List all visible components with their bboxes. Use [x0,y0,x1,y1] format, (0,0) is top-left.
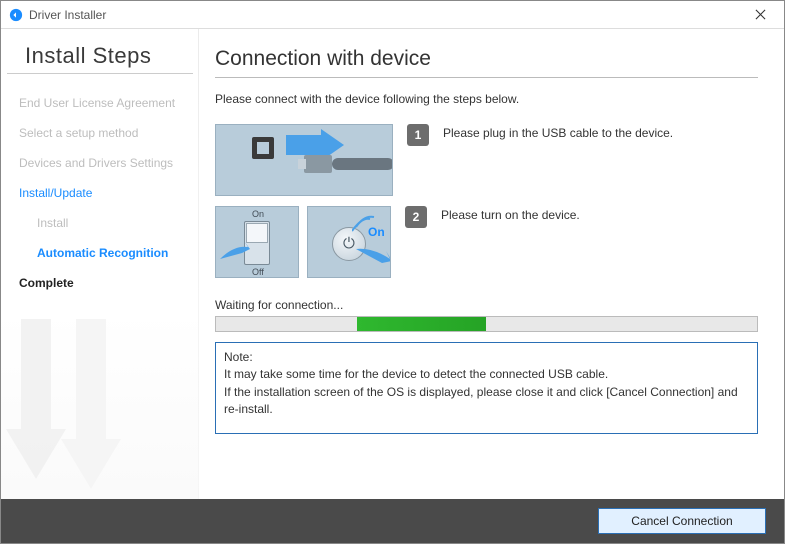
note-title: Note: [224,349,749,366]
step-badge-1: 1 [407,124,429,146]
step-eula: End User License Agreement [19,88,181,118]
power-illustration: ⏻ On [307,206,391,278]
waiting-text: Waiting for connection... [215,298,758,312]
main-panel: Connection with device Please connect wi… [199,29,784,499]
power-on-label: On [368,225,385,239]
sidebar: Install Steps End User License Agreement… [1,29,199,499]
progress-fill [357,317,487,331]
page-heading: Connection with device [215,47,758,78]
step-auto-recognition: Automatic Recognition [19,238,181,268]
titlebar: Driver Installer [1,1,784,29]
step-method: Select a setup method [19,118,181,148]
sidebar-heading: Install Steps [7,43,193,74]
footer: Cancel Connection [1,499,784,543]
note-line-2: If the installation screen of the OS is … [224,384,749,419]
step-install-update: Install/Update [19,178,181,208]
switch-illustration: On Off [215,206,299,278]
window-title: Driver Installer [29,8,744,22]
note-line-1: It may take some time for the device to … [224,366,749,383]
step-text-2: Please turn on the device. [441,206,580,222]
close-button[interactable] [744,1,776,28]
cancel-connection-button[interactable]: Cancel Connection [598,508,766,534]
step-row-2: On Off ⏻ On 2 Please turn on the device. [215,206,758,278]
step-devices: Devices and Drivers Settings [19,148,181,178]
step-complete: Complete [19,268,181,298]
app-icon [9,8,23,22]
usb-illustration [215,124,393,196]
sidebar-arrows-decoration [1,319,199,499]
step-badge-2: 2 [405,206,427,228]
step-row-1: 1 Please plug in the USB cable to the de… [215,124,758,196]
progress-bar [215,316,758,332]
step-list: End User License Agreement Select a setu… [1,88,199,298]
instruction-text: Please connect with the device following… [215,92,758,106]
switch-off-label: Off [252,267,264,277]
body: Install Steps End User License Agreement… [1,29,784,499]
note-box[interactable]: Note: It may take some time for the devi… [215,342,758,434]
step-text-1: Please plug in the USB cable to the devi… [443,124,673,140]
switch-on-label: On [252,209,264,219]
step-install: Install [19,208,181,238]
